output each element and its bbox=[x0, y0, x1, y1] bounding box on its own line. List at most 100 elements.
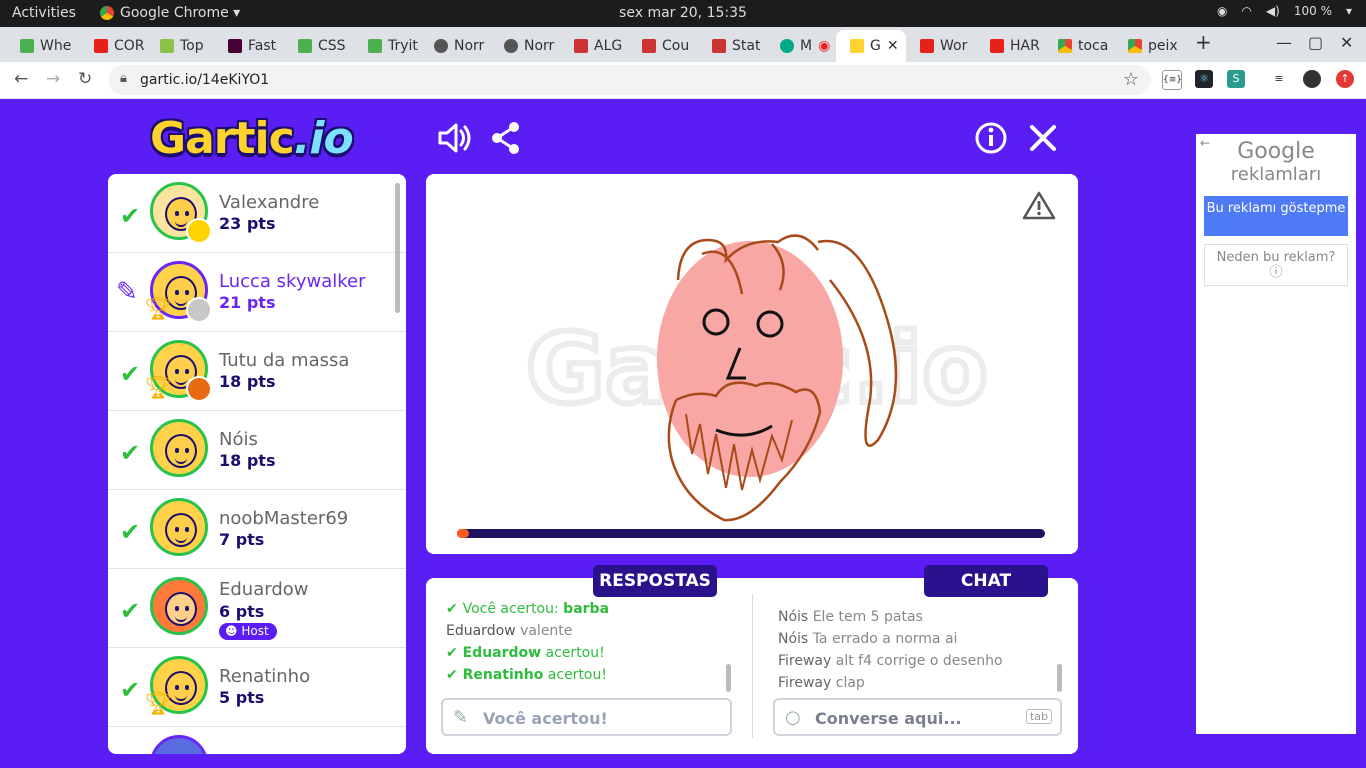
tab-favicon-icon bbox=[160, 39, 174, 53]
player-name: Renatinho bbox=[219, 666, 311, 687]
player-name: Lucca skywalker bbox=[219, 271, 366, 292]
player-row: ✔ noobMaster69 7 pts bbox=[108, 490, 406, 569]
stop-ad-button[interactable]: Bu reklamı göstерme bbox=[1204, 196, 1348, 236]
json-extension-icon[interactable]: {≡} bbox=[1162, 70, 1182, 90]
edx-icon bbox=[574, 39, 588, 53]
bookmark-star-icon[interactable]: ☆ bbox=[1123, 69, 1139, 90]
rank-medal bbox=[186, 218, 212, 244]
profile-avatar[interactable] bbox=[1303, 70, 1321, 88]
pencil-icon: ✎ bbox=[116, 277, 138, 307]
network-icon: ◉ bbox=[1216, 4, 1228, 18]
info-icon[interactable] bbox=[973, 120, 1009, 156]
answer-input[interactable]: ✎ Você acertou! bbox=[441, 698, 732, 736]
player-name: Tutu da massa bbox=[219, 350, 350, 371]
browser-tab[interactable]: Wor bbox=[906, 30, 976, 62]
browser-tab[interactable]: Cou bbox=[628, 30, 698, 62]
chat-scrollbar[interactable] bbox=[1057, 664, 1062, 692]
address-bar[interactable]: 🔒︎ gartic.io/14eKiYO1 ☆ bbox=[108, 65, 1151, 95]
info-icon: ⓘ bbox=[1269, 265, 1283, 280]
browser-tab[interactable]: HAR bbox=[976, 30, 1044, 62]
tab-strip: Whe COR Top Fast CSS Tryit Norr Norr ALG… bbox=[0, 27, 1366, 62]
drawing: Gartic.io bbox=[523, 234, 991, 522]
player-points: 6 pts bbox=[219, 602, 265, 621]
chat-message: Nóis Ele tem 5 patas bbox=[778, 609, 923, 625]
react-devtools-icon[interactable]: ⚛ bbox=[1195, 70, 1213, 88]
answer-item: Eduardow valente bbox=[446, 623, 573, 639]
player-name: noobMaster69 bbox=[219, 508, 349, 529]
drawing-canvas[interactable]: Gartic.io bbox=[426, 174, 1078, 554]
clock[interactable]: sex mar 20, 15:35 bbox=[0, 5, 1366, 21]
player-points: 18 pts bbox=[219, 451, 276, 470]
trophy-icon: 🏆︎ bbox=[144, 376, 172, 401]
chat-message: Nóis Ta errado a norma ai bbox=[778, 631, 958, 647]
chat-list: Nóis Ele tem 5 patas Nóis Ta errado a no… bbox=[778, 606, 1003, 694]
browser-tab[interactable]: Norr bbox=[490, 30, 560, 62]
browser-tab[interactable]: M ◉ bbox=[766, 30, 836, 62]
chat-bubble-icon: ○ bbox=[785, 707, 801, 728]
host-badge: ☻ Host bbox=[219, 623, 277, 640]
system-tray[interactable]: ◉ ◠ ◀) 100 % ▾ bbox=[1217, 4, 1352, 18]
xd-icon bbox=[228, 39, 242, 53]
player-row: ✔ 🏆︎ Tutu da massa 18 pts bbox=[108, 332, 406, 411]
media-controls-icon[interactable]: ≡ bbox=[1270, 70, 1288, 88]
browser-tab[interactable]: Whe bbox=[6, 30, 80, 62]
share-icon[interactable] bbox=[488, 120, 524, 156]
browser-tab[interactable]: CSS bbox=[284, 30, 354, 62]
rank-medal bbox=[186, 297, 212, 323]
check-icon: ✔ bbox=[446, 601, 463, 617]
player-name: Nóis bbox=[219, 429, 258, 450]
check-icon: ✔ bbox=[120, 518, 141, 546]
sound-icon[interactable] bbox=[436, 120, 472, 156]
close-tab-icon[interactable]: ✕ bbox=[887, 38, 899, 54]
ad-panel: ← Google reklamları Bu reklamı göstерme … bbox=[1196, 134, 1356, 734]
os-top-bar: Activities Google Chrome ▾ sex mar 20, 1… bbox=[0, 0, 1366, 27]
check-icon: ✔ bbox=[120, 360, 141, 388]
player-points: 18 pts bbox=[219, 372, 276, 391]
close-window-icon[interactable]: ✕ bbox=[1340, 33, 1353, 52]
minimize-icon[interactable]: — bbox=[1276, 33, 1292, 52]
browser-tab[interactable]: COR bbox=[80, 30, 146, 62]
browser-tab[interactable]: Tryit bbox=[354, 30, 420, 62]
update-icon[interactable]: ↑ bbox=[1336, 70, 1354, 88]
trophy-icon: 🏆︎ bbox=[144, 692, 172, 717]
ad-brand: Google bbox=[1237, 139, 1315, 164]
browser-tab-active[interactable]: G ✕ bbox=[836, 30, 906, 62]
new-tab-button[interactable]: + bbox=[1195, 30, 1212, 54]
avatar bbox=[150, 735, 208, 754]
tab-answers[interactable]: RESPOSTAS bbox=[593, 565, 717, 597]
browser-tab[interactable]: Stat bbox=[698, 30, 766, 62]
player-list[interactable]: ✔ Valexandre 23 pts ✎ 🏆︎ Lucca skywalker… bbox=[108, 174, 406, 754]
meet-icon bbox=[780, 39, 794, 53]
tab-chat[interactable]: CHAT bbox=[924, 565, 1048, 597]
exit-icon[interactable] bbox=[1025, 120, 1061, 156]
google-icon bbox=[1128, 39, 1142, 53]
answers-chat-panel: ✔ Você acertou: barba Eduardow valente ✔… bbox=[426, 578, 1078, 754]
answers-scrollbar[interactable] bbox=[726, 664, 731, 692]
report-warning-icon[interactable] bbox=[1022, 190, 1056, 220]
browser-tab[interactable]: Fast bbox=[214, 30, 284, 62]
browser-tab[interactable]: Top bbox=[146, 30, 214, 62]
back-icon[interactable]: ← bbox=[14, 69, 28, 89]
reload-icon[interactable]: ↻ bbox=[78, 69, 92, 89]
s-extension-icon[interactable]: S bbox=[1227, 70, 1245, 88]
player-points: 5 pts bbox=[219, 688, 265, 707]
url-text: gartic.io/14eKiYO1 bbox=[140, 72, 270, 88]
chat-input[interactable]: ○ Converse aqui... tab bbox=[773, 698, 1062, 736]
forward-icon[interactable]: → bbox=[46, 69, 60, 89]
answers-list: ✔ Você acertou: barba Eduardow valente ✔… bbox=[446, 598, 609, 686]
player-row: ✔ Valexandre 23 pts bbox=[108, 174, 406, 253]
browser-tab[interactable]: ALG bbox=[560, 30, 628, 62]
gartic-logo[interactable]: Gartic.io bbox=[150, 113, 354, 164]
round-timer-bar bbox=[457, 529, 1045, 538]
check-icon: ✔ bbox=[446, 667, 463, 683]
why-ad-button[interactable]: Neden bu reklam? ⓘ bbox=[1204, 244, 1348, 286]
maximize-icon[interactable]: ▢ bbox=[1308, 33, 1323, 52]
player-list-scrollbar[interactable] bbox=[395, 183, 400, 313]
wifi-icon: ◠ bbox=[1241, 4, 1252, 18]
browser-tab[interactable]: toca bbox=[1044, 30, 1114, 62]
browser-tab[interactable]: Norr bbox=[420, 30, 490, 62]
rank-medal bbox=[186, 376, 212, 402]
youtube-icon bbox=[94, 39, 108, 53]
answer-item: ✔ Você acertou: barba bbox=[446, 601, 610, 617]
browser-tab[interactable]: peix bbox=[1114, 30, 1184, 62]
